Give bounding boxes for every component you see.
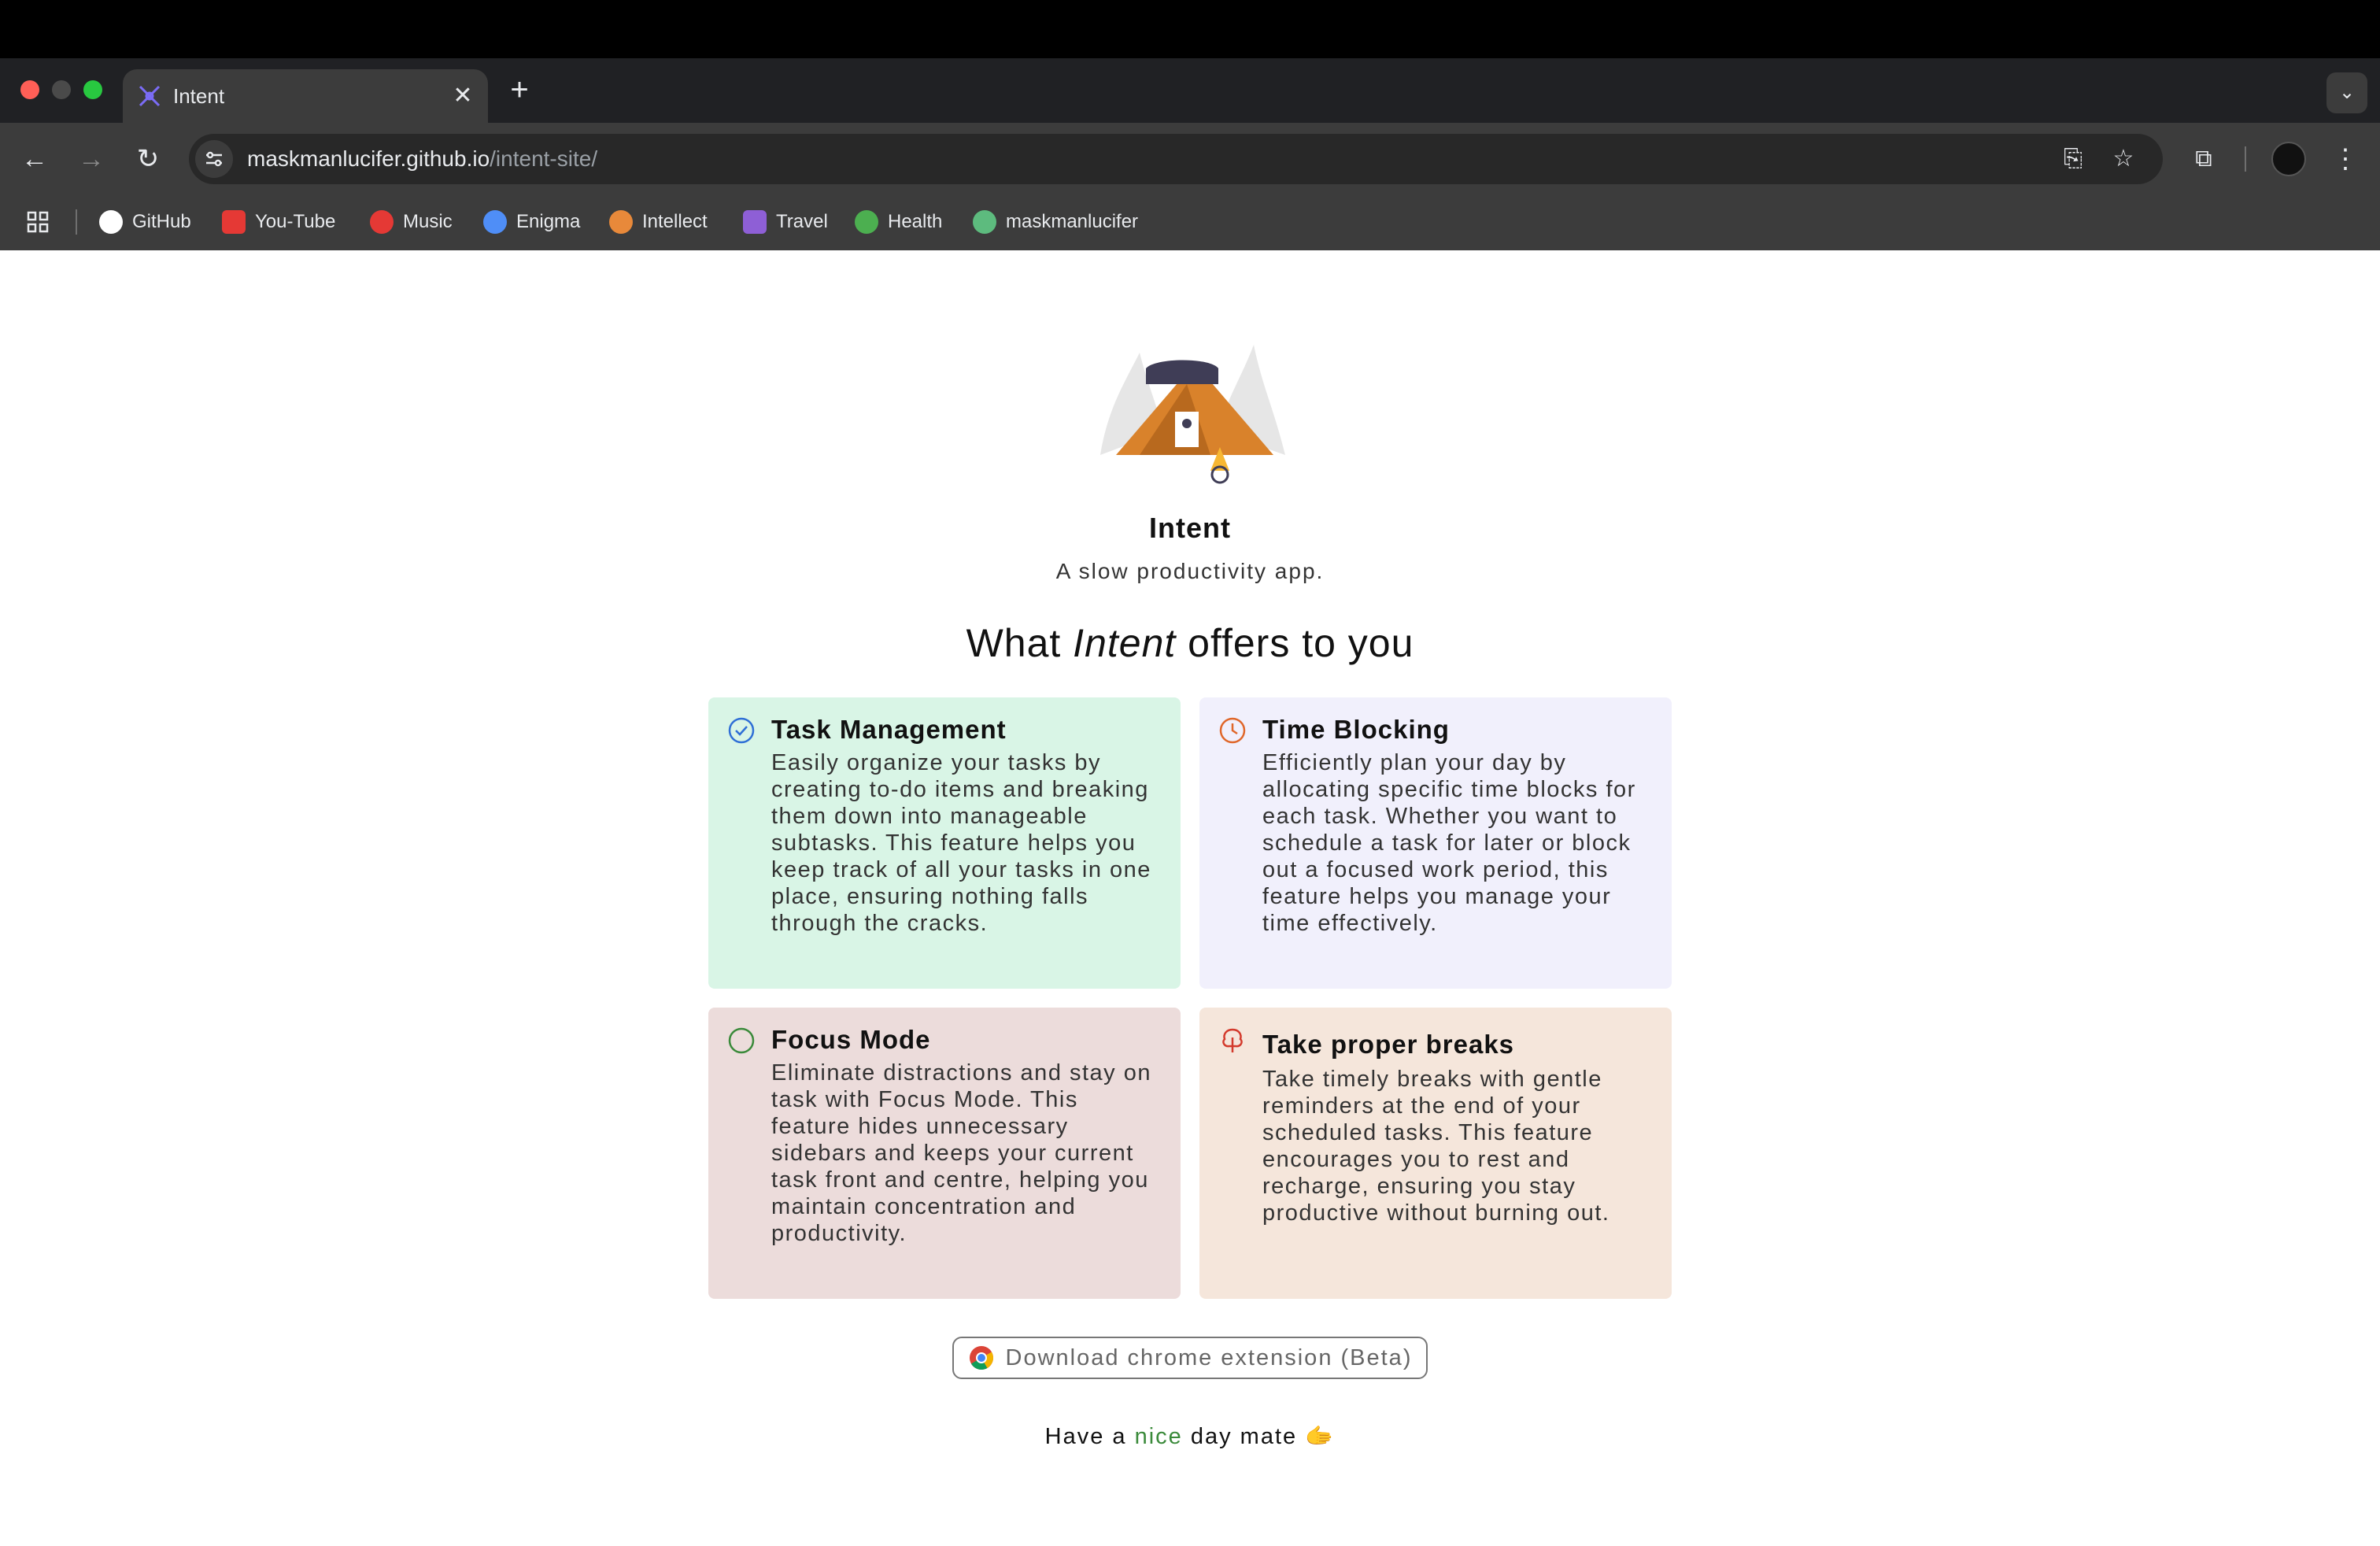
feature-card-focus-mode: Focus Mode Eliminate distractions and st…: [708, 1008, 1181, 1299]
github-icon: [99, 210, 123, 234]
minimize-window-button[interactable]: [52, 80, 71, 99]
bookmark-label: maskmanlucifer: [1006, 211, 1139, 232]
toolbar-separator: [2245, 146, 2246, 172]
url-host: maskmanlucifer.github.io: [247, 146, 490, 171]
chrome-icon: [969, 1346, 993, 1370]
forward-button[interactable]: →: [72, 140, 110, 178]
menu-kebab-icon[interactable]: ⋮: [2330, 140, 2361, 178]
offers-heading: What Intent offers to you: [0, 620, 2380, 666]
bookmark-music[interactable]: Music: [370, 206, 453, 238]
bookmarks-bar: [0, 195, 2380, 250]
page-content: Intent A slow productivity app. What Int…: [0, 250, 2380, 1546]
bookmark-health[interactable]: Health: [855, 206, 942, 238]
intent-favicon-icon: [139, 85, 161, 107]
feature-card-task-management: Task Management Easily organize your tas…: [708, 697, 1181, 989]
feature-description: Easily organize your tasks by creating t…: [771, 750, 1151, 936]
bookmark-star-icon[interactable]: ☆: [2106, 142, 2141, 176]
offers-prefix: What: [966, 621, 1074, 665]
new-tab-button[interactable]: +: [501, 71, 538, 109]
tab-intent[interactable]: Intent ✕: [123, 69, 488, 123]
extensions-icon[interactable]: ⧉: [2186, 142, 2221, 176]
intellect-icon: [609, 210, 633, 234]
profile-avatar[interactable]: [2271, 142, 2306, 176]
bookmark-youtube[interactable]: You-Tube: [222, 206, 335, 238]
feature-title: Focus Mode: [771, 1025, 931, 1054]
bookmark-label: You-Tube: [255, 211, 336, 232]
feature-title: Take proper breaks: [1262, 1030, 1515, 1059]
tab-title: Intent: [173, 84, 225, 108]
tree-icon: [1222, 1028, 1243, 1052]
youtube-icon: [222, 210, 246, 234]
site-info-button[interactable]: [195, 140, 233, 178]
app-tagline: A slow productivity app.: [1055, 559, 1325, 583]
bookmark-label: Enigma: [516, 211, 581, 232]
feature-description: Eliminate distractions and stay on task …: [771, 1060, 1151, 1246]
install-app-icon[interactable]: ⎘: [2056, 142, 2090, 176]
footer-message: Have a nice day mate 🫱: [0, 1423, 2380, 1450]
bookmark-maskmanlucifer[interactable]: maskmanlucifer: [973, 206, 1138, 238]
bookmark-label: GitHub: [132, 211, 191, 232]
bookmark-github[interactable]: GitHub: [99, 206, 191, 238]
screen-top-bar: [0, 0, 2380, 58]
back-button[interactable]: ←: [16, 140, 54, 178]
feature-title: Task Management: [771, 715, 1007, 744]
feature-title: Time Blocking: [1262, 715, 1450, 744]
url-text[interactable]: maskmanlucifer.github.io/intent-site/: [247, 143, 597, 175]
feature-description: Take timely breaks with gentle reminders…: [1262, 1067, 1610, 1226]
feature-card-breaks: Take proper breaks Take timely breaks wi…: [1199, 1008, 1672, 1299]
offers-emphasis: Intent: [1073, 621, 1177, 665]
footer-prefix: Have a: [1044, 1424, 1135, 1449]
maximize-window-button[interactable]: [83, 80, 102, 99]
camping-tent-illustration: [1100, 345, 1285, 484]
url-path: /intent-site/: [490, 146, 598, 171]
offers-suffix: offers to you: [1176, 621, 1414, 665]
reload-button[interactable]: ↻: [129, 140, 167, 178]
footer-nice: nice: [1134, 1424, 1183, 1449]
bookmark-travel[interactable]: Travel: [743, 206, 828, 238]
bookmark-label: Travel: [776, 211, 828, 232]
apps-grid-icon[interactable]: [25, 206, 50, 238]
circle-icon: [728, 1027, 755, 1054]
download-extension-button[interactable]: Download chrome extension (Beta): [952, 1337, 1428, 1379]
bookmark-label: Music: [403, 211, 453, 232]
health-icon: [855, 210, 878, 234]
bookmarks-separator: [76, 209, 77, 235]
hand-emoji-icon: 🫱: [1305, 1424, 1336, 1449]
music-icon: [370, 210, 394, 234]
profile-dot-icon: [973, 210, 996, 234]
bookmark-label: Intellect: [642, 211, 708, 232]
travel-icon: [743, 210, 767, 234]
tune-icon: [206, 151, 222, 167]
check-circle-icon: [728, 717, 755, 744]
tab-search-button[interactable]: ⌄: [2326, 72, 2367, 113]
download-label: Download chrome extension (Beta): [1005, 1344, 1413, 1370]
feature-description: Efficiently plan your day by allocating …: [1262, 750, 1636, 936]
feature-card-time-blocking: Time Blocking Efficiently plan your day …: [1199, 697, 1672, 989]
bookmark-label: Health: [888, 211, 943, 232]
footer-suffix: day mate: [1182, 1424, 1298, 1449]
app-title: Intent: [1149, 512, 1231, 544]
address-bar[interactable]: maskmanlucifer.github.io/intent-site/: [189, 134, 2163, 184]
enigma-icon: [483, 210, 507, 234]
clock-icon: [1219, 717, 1246, 744]
bookmark-enigma[interactable]: Enigma: [483, 206, 580, 238]
tab-close-icon[interactable]: ✕: [447, 80, 479, 112]
close-window-button[interactable]: [20, 80, 39, 99]
bookmark-intellect[interactable]: Intellect: [609, 206, 708, 238]
